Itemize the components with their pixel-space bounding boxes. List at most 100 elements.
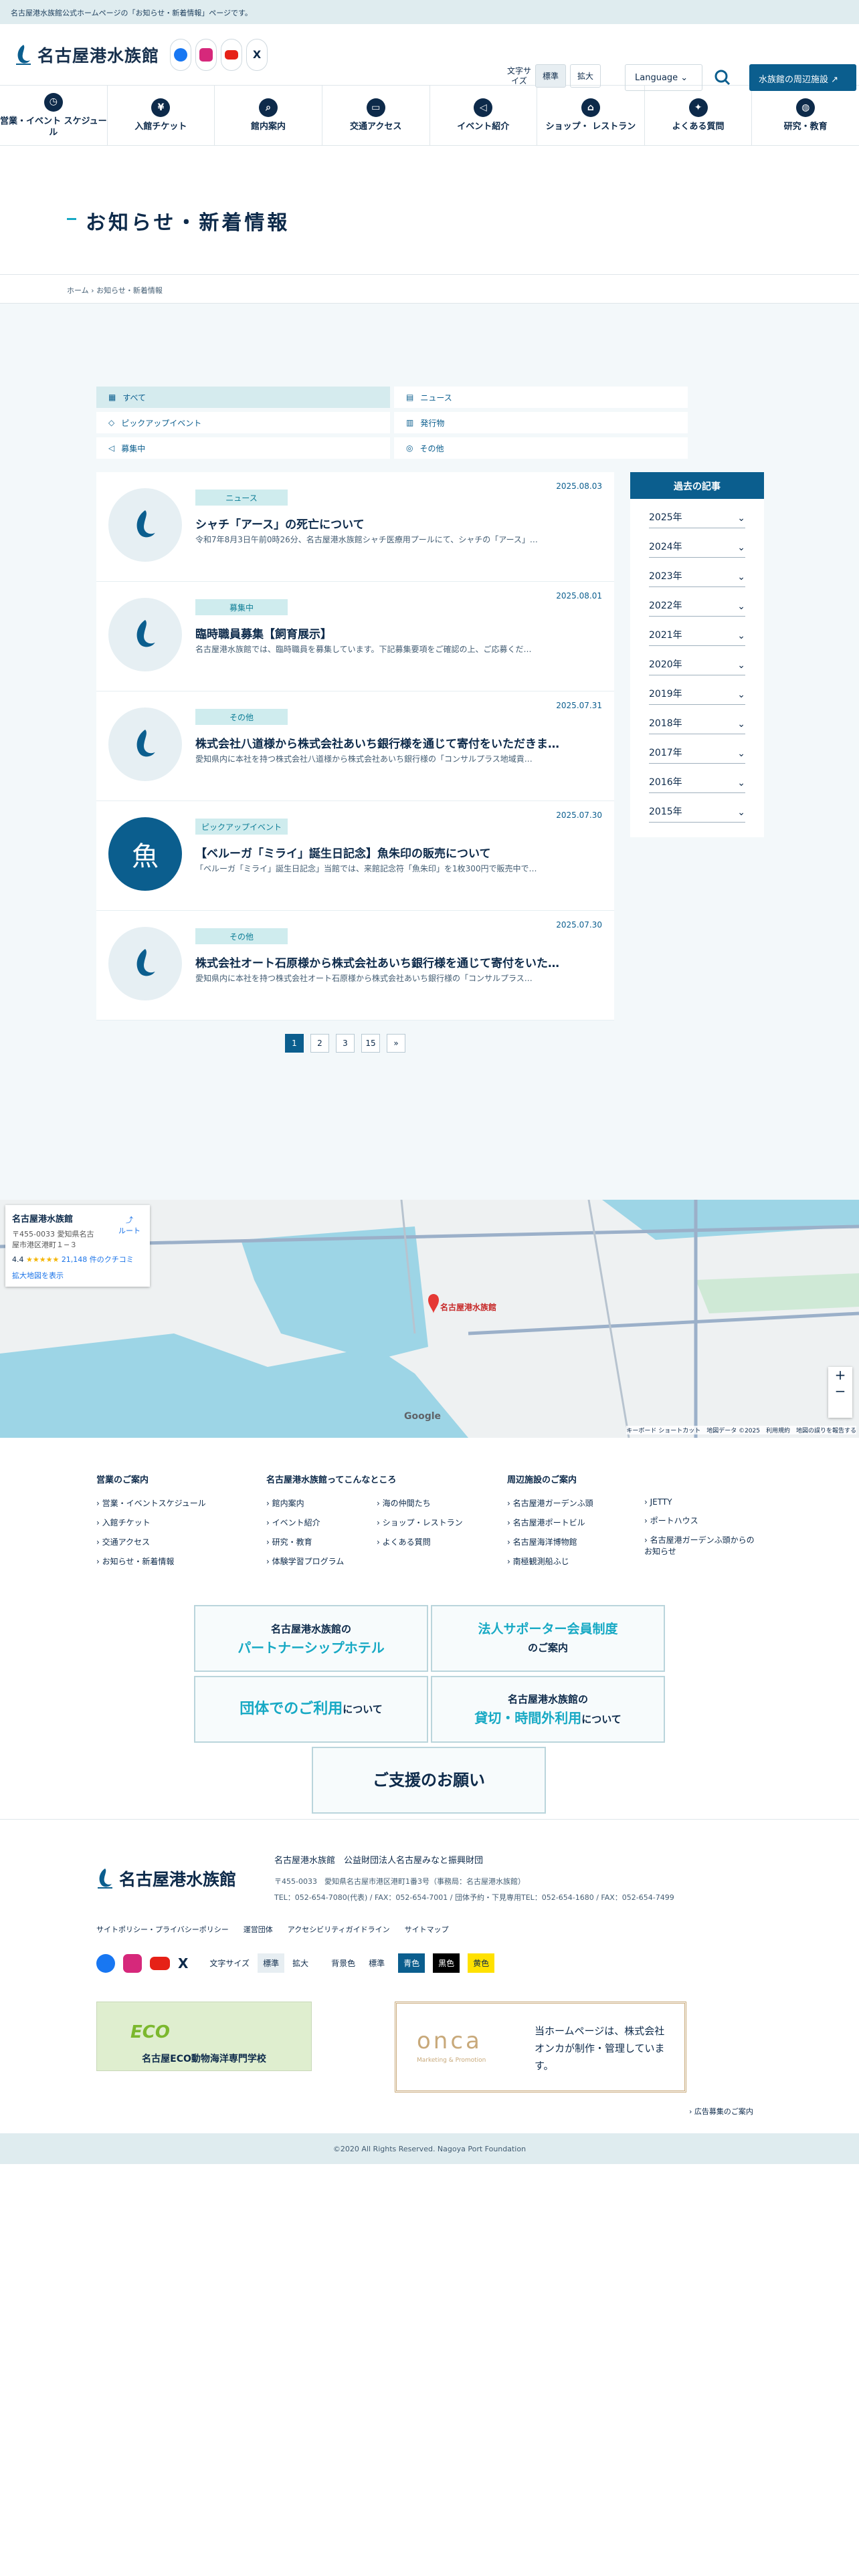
gnav-item[interactable]: ◍ 研究・教育 (752, 86, 859, 145)
news-item[interactable]: ニュース 2025.08.03 シャチ「アース」の死亡について 令和7年8月3日午前0… (96, 472, 614, 582)
footer-nav-link[interactable]: › 名古屋海洋博物館 (507, 1536, 624, 1547)
filter-button[interactable]: ◎ その他 (394, 437, 688, 459)
archive-year-select[interactable]: 2019年 ⌄ (649, 675, 745, 705)
gnav-item[interactable]: ◁ イベント紹介 (430, 86, 538, 145)
news-title[interactable]: 臨時職員募集【飼育展示】 (195, 625, 603, 641)
filter-button[interactable]: ▦ すべて (96, 387, 390, 408)
footer-nav-link[interactable]: › 名古屋港ガーデンふ頭からのお知らせ (644, 1534, 761, 1557)
google-map[interactable]: 名古屋港水族館 名古屋港水族館 〒455-0033 愛知県名古屋市港区港町１−３… (0, 1200, 859, 1438)
footer-policy-link[interactable]: アクセシビリティガイドライン (288, 1924, 390, 1935)
footer-nav-link[interactable]: › 名古屋港ポートビル (507, 1517, 624, 1528)
news-item[interactable]: その他 2025.07.31 株式会社八道様から株式会社あいち銀行様を通じて寄付をい… (96, 691, 614, 801)
archive-year-select[interactable]: 2016年 ⌄ (649, 764, 745, 793)
gnav-item[interactable]: ⌂ ショップ・ レストラン (537, 86, 645, 145)
page-button[interactable]: 2 (310, 1034, 329, 1053)
group-use-banner[interactable]: 団体でのご利用 について (194, 1676, 428, 1743)
nearby-facilities-button[interactable]: 水族館の周辺施設 ↗ (749, 64, 856, 91)
footer-nav-link[interactable]: › JETTY (644, 1497, 761, 1507)
instagram-link[interactable] (195, 38, 217, 71)
x-icon[interactable]: X (178, 1955, 188, 1971)
filter-button[interactable]: ▤ ニュース (394, 387, 688, 408)
archive-year-select[interactable]: 2025年 ⌄ (649, 499, 745, 528)
filter-button[interactable]: ◇ ピックアップイベント (96, 412, 390, 433)
bg-blue-button[interactable]: 青色 (398, 1953, 425, 1973)
news-item[interactable]: その他 2025.07.30 株式会社オート石原様から株式会社あいち銀行様を通じて寄… (96, 911, 614, 1021)
footer-policy-link[interactable]: 運営団体 (244, 1924, 273, 1935)
page-button[interactable]: » (387, 1034, 405, 1053)
footer-nav-link[interactable]: › 館内案内 (266, 1497, 357, 1509)
footer-nav-link[interactable]: › 体験学習プログラム (266, 1555, 357, 1567)
archive-year-select[interactable]: 2023年 ⌄ (649, 558, 745, 587)
facebook-link[interactable] (170, 38, 192, 71)
map-enlarge-link[interactable]: 拡大地図を表示 (12, 1270, 143, 1281)
search-button[interactable] (709, 64, 736, 91)
zoom-out-button[interactable]: − (828, 1383, 852, 1399)
site-logo[interactable]: 名古屋港水族館 (15, 43, 159, 67)
page-button[interactable]: 15 (361, 1034, 380, 1053)
footer-nav-link[interactable]: › 交通アクセス (96, 1536, 230, 1547)
archive-year-select[interactable]: 2015年 ⌄ (649, 793, 745, 823)
youtube-link[interactable] (221, 38, 243, 71)
archive-year-select[interactable]: 2024年 ⌄ (649, 528, 745, 558)
gnav-item[interactable]: ◷ 営業・イベント スケジュール (0, 86, 108, 145)
bg-standard-button[interactable]: 標準 (363, 1953, 390, 1973)
onca-banner[interactable]: onca Marketing & Promotion 当ホームページは、株式会社… (395, 2002, 686, 2092)
x-link[interactable]: X (246, 38, 268, 71)
support-request-banner[interactable]: ご支援のお願い (312, 1747, 546, 1814)
chevron-right-icon: › (644, 1516, 650, 1525)
eco-school-banner[interactable]: ECO 名古屋ECO動物海洋専門学校 (96, 2002, 312, 2071)
bg-black-button[interactable]: 黒色 (433, 1953, 460, 1973)
footer-policy-link[interactable]: サイトポリシー・プライバシーポリシー (96, 1924, 229, 1935)
instagram-icon[interactable] (123, 1953, 142, 1973)
gnav-item[interactable]: ▭ 交通アクセス (322, 86, 430, 145)
page-button[interactable]: 3 (336, 1034, 355, 1053)
footer-nav-link[interactable]: › ショップ・レストラン (377, 1517, 467, 1528)
youtube-icon[interactable] (150, 1956, 170, 1970)
news-title[interactable]: シャチ「アース」の死亡について (195, 515, 603, 532)
footer-logo[interactable]: 名古屋港水族館 (96, 1866, 236, 1891)
charter-use-banner[interactable]: 名古屋港水族館の 貸切・時間外利用について (431, 1676, 665, 1743)
footer-nav-link[interactable]: › 研究・教育 (266, 1536, 357, 1547)
news-item[interactable]: 募集中 2025.08.01 臨時職員募集【飼育展示】 名古屋港水族館では、臨時職員を… (96, 582, 614, 691)
map-reviews[interactable]: 21,148 件のクチコミ (62, 1255, 134, 1264)
news-title[interactable]: 株式会社オート石原様から株式会社あいち銀行様を通じて寄付をいた… (195, 954, 603, 970)
footer-nav-link[interactable]: › 海の仲間たち (377, 1497, 467, 1509)
gnav-item[interactable]: ¥ 入館チケット (108, 86, 215, 145)
corporate-supporter-banner[interactable]: 法人サポーター会員制度 のご案内 (431, 1605, 665, 1672)
map-route-button[interactable]: ⤴ ルート (118, 1214, 140, 1236)
font-standard-button[interactable]: 標準 (535, 64, 567, 88)
footer-nav-link[interactable]: › 営業・イベントスケジュール (96, 1497, 230, 1509)
gnav-item[interactable]: ✦ よくある質問 (645, 86, 753, 145)
news-item[interactable]: 魚 ピックアップイベント 2025.07.30 【ベルーガ「ミライ」誕生日記念】魚朱印… (96, 801, 614, 911)
language-select[interactable]: Language ⌄ (625, 64, 702, 91)
archive-year-select[interactable]: 2017年 ⌄ (649, 734, 745, 764)
footer-font-large[interactable]: 拡大 (292, 1957, 308, 1969)
footer-nav-link[interactable]: › イベント紹介 (266, 1517, 357, 1528)
zoom-in-button[interactable]: + (828, 1367, 852, 1383)
footer-nav-link[interactable]: › 南極観測船ふじ (507, 1555, 624, 1567)
partnership-hotel-banner[interactable]: 名古屋港水族館の パートナーシップホテル (194, 1605, 428, 1672)
page-button[interactable]: 1 (285, 1034, 304, 1053)
archive-year-select[interactable]: 2021年 ⌄ (649, 617, 745, 646)
gnav-item[interactable]: ⌕ 館内案内 (215, 86, 322, 145)
news-title[interactable]: 株式会社八道様から株式会社あいち銀行様を通じて寄付をいただきま… (195, 734, 603, 751)
breadcrumb-home[interactable]: ホーム (67, 286, 89, 295)
archive-year-select[interactable]: 2018年 ⌄ (649, 705, 745, 734)
footer-nav-link[interactable]: › 入館チケット (96, 1517, 230, 1528)
archive-year-select[interactable]: 2020年 ⌄ (649, 646, 745, 675)
footer-policy-link[interactable]: サイトマップ (405, 1924, 449, 1935)
ad-link[interactable]: › 広告募集のご案内 (689, 2106, 753, 2117)
footer-nav-link[interactable]: › お知らせ・新着情報 (96, 1555, 230, 1567)
footer-font-standard[interactable]: 標準 (258, 1953, 285, 1973)
archive-year-select[interactable]: 2022年 ⌄ (649, 587, 745, 617)
copyright-text: ©2020 All Rights Reserved. Nagoya Port F… (332, 2145, 527, 2153)
news-title[interactable]: 【ベルーガ「ミライ」誕生日記念】魚朱印の販売について (195, 844, 603, 861)
font-large-button[interactable]: 拡大 (570, 64, 601, 88)
footer-nav-link[interactable]: › ポートハウス (644, 1515, 761, 1526)
footer-nav-link[interactable]: › 名古屋港ガーデンふ頭 (507, 1497, 624, 1509)
facebook-icon[interactable] (96, 1953, 115, 1973)
footer-nav-link[interactable]: › よくある質問 (377, 1536, 467, 1547)
filter-button[interactable]: ▥ 発行物 (394, 412, 688, 433)
bg-yellow-button[interactable]: 黄色 (468, 1953, 495, 1973)
filter-button[interactable]: ◁ 募集中 (96, 437, 390, 459)
